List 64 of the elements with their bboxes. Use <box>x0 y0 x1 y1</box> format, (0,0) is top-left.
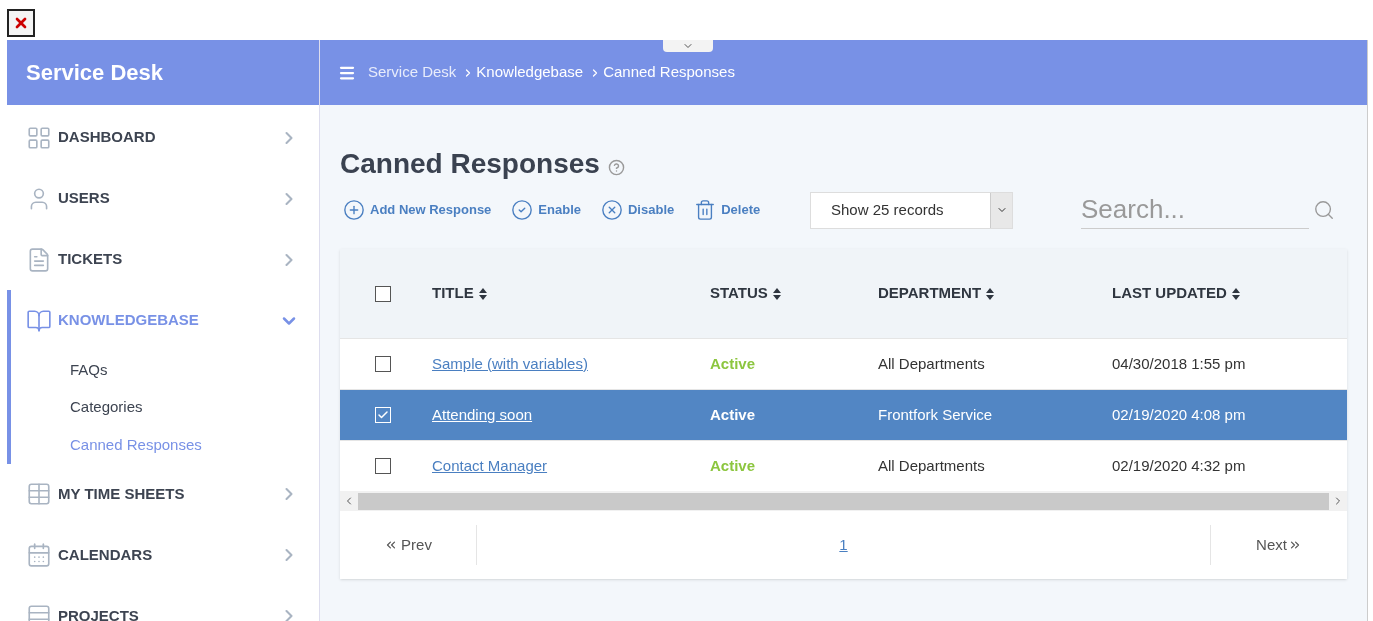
sidebar-label: DASHBOARD <box>58 127 157 148</box>
table-cell-text: 04/30/2018 1:55 pm <box>1112 353 1247 374</box>
toolbar-button[interactable]: Delete <box>694 199 761 221</box>
x-circle-icon <box>601 199 623 221</box>
table-cell-text: All Departments <box>878 455 986 476</box>
table-row[interactable]: Attending soon Active Frontfork Service 02/19/2020 4:08 pm <box>340 389 1347 440</box>
sidebar-header: Service Desk <box>7 40 319 105</box>
title-link[interactable]: Contact Manager <box>432 454 710 478</box>
collapse-tab[interactable] <box>663 40 713 52</box>
toolbar-button[interactable]: Disable <box>601 199 675 221</box>
prev-button[interactable]: Prev <box>340 525 477 565</box>
check-icon <box>377 409 389 421</box>
checkbox[interactable] <box>375 356 391 372</box>
status-text: Active <box>710 455 757 476</box>
toolbar-button[interactable]: Add New Response <box>343 199 492 221</box>
sidebar-label: TICKETS <box>58 249 124 270</box>
sidebar-label: KNOWLEDGEBASE <box>58 310 200 331</box>
sidebar-item[interactable]: USERS <box>11 168 319 229</box>
column-header[interactable]: LAST UPDATED <box>1112 282 1347 305</box>
book-icon <box>26 307 52 334</box>
trash-icon <box>694 199 717 221</box>
plus-circle-icon <box>343 199 365 221</box>
title-link[interactable]: Attending soon <box>432 403 710 427</box>
table-icon <box>26 481 52 507</box>
page-title: Canned Responses <box>340 147 600 181</box>
sidebar-item[interactable]: CALENDARS <box>11 524 319 586</box>
title-link[interactable]: Sample (with variables) <box>432 352 710 376</box>
sidebar-item[interactable]: MY TIME SHEETS <box>11 463 319 525</box>
sidebar-label: USERS <box>58 188 111 209</box>
help-icon[interactable] <box>607 158 625 176</box>
sidebar-subitem[interactable]: Categories <box>11 388 319 426</box>
next-button[interactable]: Next <box>1210 525 1347 565</box>
dashboard-icon <box>26 124 52 151</box>
table-cell-text: 02/19/2020 4:08 pm <box>1112 404 1247 425</box>
broken-image-icon <box>7 9 35 37</box>
page-link[interactable]: 1 <box>839 533 848 557</box>
sidebar-subitem[interactable]: FAQs <box>11 351 319 389</box>
sort-icon <box>986 287 995 300</box>
column-header[interactable]: TITLE <box>432 282 710 305</box>
checkbox[interactable] <box>375 285 391 302</box>
sidebar-item[interactable]: TICKETS <box>11 229 319 290</box>
table-cell-text: All Departments <box>878 353 986 374</box>
sidebar-item[interactable]: DASHBOARD <box>11 107 319 168</box>
table-cell-text: 02/19/2020 4:32 pm <box>1112 455 1247 476</box>
status-text: Active <box>710 353 757 374</box>
sort-icon <box>772 287 781 300</box>
sort-icon <box>1231 287 1240 300</box>
horizontal-scrollbar[interactable] <box>340 491 1347 511</box>
sidebar-label: MY TIME SHEETS <box>58 483 186 504</box>
column-header[interactable]: DEPARTMENT <box>878 282 1112 305</box>
checkbox[interactable] <box>375 458 391 474</box>
sidebar-label: CALENDARS <box>58 544 154 565</box>
calendar-icon <box>26 542 52 568</box>
check-circle-icon <box>511 199 534 221</box>
table-cell-text: Frontfork Service <box>878 404 994 425</box>
sidebar-label: PROJECTS <box>58 605 140 621</box>
search-icon[interactable] <box>1313 199 1335 221</box>
toolbar-button[interactable]: Enable <box>511 199 581 221</box>
search-field[interactable]: Search... <box>1081 191 1309 229</box>
sort-icon <box>478 287 487 300</box>
records-select[interactable]: Show 25 records <box>810 191 1013 229</box>
column-header[interactable]: STATUS <box>710 282 878 305</box>
status-text: Active <box>710 404 757 425</box>
sidebar-item[interactable]: PROJECTS <box>11 585 319 621</box>
